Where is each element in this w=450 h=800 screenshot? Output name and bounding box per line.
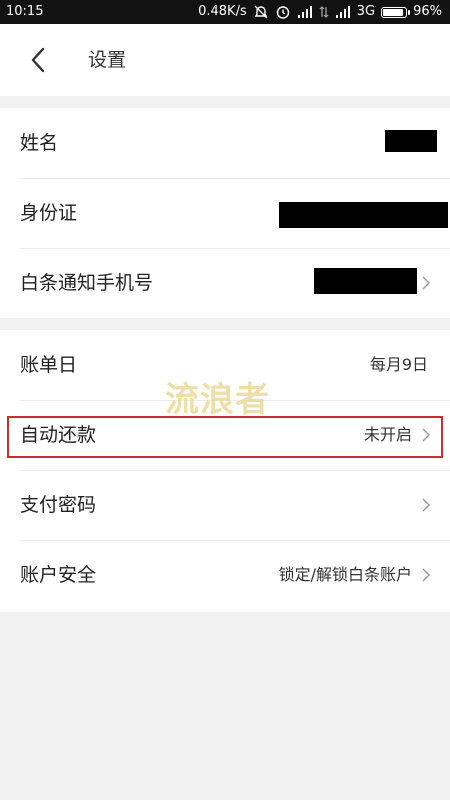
alarm-off-icon (253, 0, 269, 24)
back-button[interactable] (22, 44, 54, 76)
app-header: 设置 (0, 24, 450, 96)
battery-fill (383, 8, 404, 16)
signal-icon (297, 0, 313, 24)
battery-icon (381, 6, 411, 18)
row-pay-password[interactable]: 支付密码 (0, 470, 450, 540)
bill-day-value: 每月9日 (369, 355, 428, 374)
signal-icon (335, 0, 351, 24)
status-time: 10:15 (6, 4, 44, 19)
chevron-right-icon (422, 568, 430, 582)
auto-repay-value: 未开启 (363, 425, 412, 444)
notify-phone-label: 白条通知手机号 (20, 272, 154, 294)
page-title: 设置 (88, 49, 127, 71)
row-name: 姓名 (0, 108, 450, 178)
row-notify-phone[interactable]: 白条通知手机号 (0, 248, 450, 318)
profile-group: 姓名 身份证 白条通知手机号 (0, 108, 450, 318)
pay-password-label: 支付密码 (20, 494, 97, 516)
bill-day-label: 账单日 (20, 354, 78, 376)
redacted-name-value (385, 130, 437, 152)
row-id-card: 身份证 (0, 178, 450, 248)
account-security-value: 锁定/解锁白条账户 (278, 565, 412, 584)
watermark: 流浪者 (165, 380, 270, 420)
redacted-id-value (279, 202, 448, 228)
status-bar: 10:15 0.48K/s 3G 96% (0, 0, 450, 24)
name-label: 姓名 (20, 132, 59, 154)
chevron-right-icon (422, 428, 430, 442)
auto-repay-label: 自动还款 (20, 424, 97, 446)
clock-icon (275, 0, 291, 24)
network-type: 3G (356, 4, 376, 19)
redacted-phone-value (314, 268, 417, 294)
net-speed: 0.48K/s (198, 4, 247, 19)
id-card-label: 身份证 (20, 202, 78, 224)
chevron-right-icon (422, 276, 430, 290)
row-account-security[interactable]: 账户安全 锁定/解锁白条账户 (0, 540, 450, 610)
chevron-left-icon (31, 47, 45, 73)
battery-percent: 96% (413, 4, 442, 19)
status-right: 0.48K/s 3G 96% (198, 0, 442, 24)
data-arrows-icon (319, 0, 329, 24)
account-security-label: 账户安全 (20, 564, 97, 586)
chevron-right-icon (422, 498, 430, 512)
